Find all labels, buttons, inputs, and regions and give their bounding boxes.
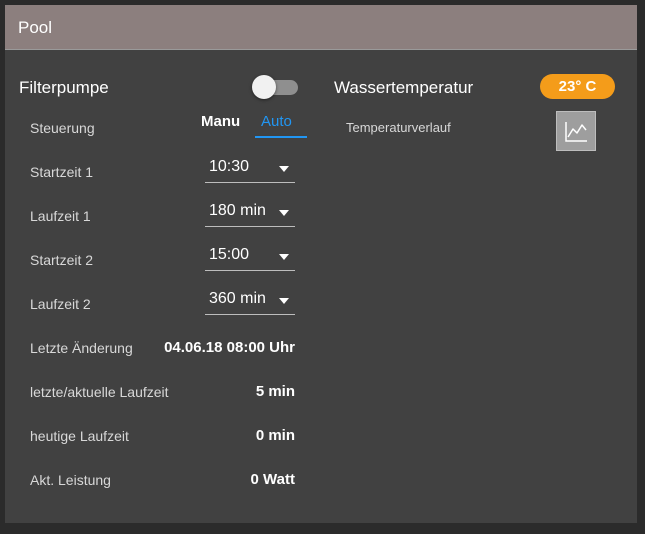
filterpumpe-title: Filterpumpe [19, 78, 109, 97]
startzeit2-label: Startzeit 2 [30, 252, 94, 268]
startzeit1-label: Startzeit 1 [30, 164, 94, 180]
steuerung-label: Steuerung [30, 120, 95, 136]
temperature-badge: 23° C [540, 74, 615, 99]
caret-down-icon [279, 210, 289, 216]
letzte-aenderung-label: Letzte Änderung [30, 340, 133, 356]
laufzeit2-value: 360 min [209, 290, 266, 307]
laufzeit2-label: Laufzeit 2 [30, 296, 91, 312]
heutige-laufzeit-value: 0 min [255, 427, 295, 444]
caret-down-icon [279, 166, 289, 172]
startzeit1-select[interactable]: 10:30 [205, 153, 295, 183]
line-chart-icon [565, 122, 587, 142]
filterpumpe-toggle[interactable] [252, 75, 300, 99]
caret-down-icon [279, 254, 289, 260]
mode-manu-button[interactable]: Manu [201, 113, 240, 130]
caret-down-icon [279, 298, 289, 304]
aktuelle-laufzeit-label: letzte/aktuelle Laufzeit [30, 384, 169, 400]
heutige-laufzeit-label: heutige Laufzeit [30, 428, 129, 444]
toggle-knob [252, 75, 276, 99]
card-title: Pool [18, 18, 53, 37]
laufzeit2-select[interactable]: 360 min [205, 285, 295, 315]
mode-auto-button[interactable]: Auto [261, 113, 292, 130]
aktuelle-laufzeit-value: 5 min [255, 383, 295, 400]
laufzeit1-select[interactable]: 180 min [205, 197, 295, 227]
startzeit2-value: 15:00 [209, 246, 250, 263]
mode-active-indicator [255, 136, 307, 138]
leistung-label: Akt. Leistung [30, 472, 111, 488]
temperaturverlauf-button[interactable] [556, 111, 596, 151]
laufzeit1-value: 180 min [209, 202, 266, 219]
startzeit2-select[interactable]: 15:00 [205, 241, 295, 271]
laufzeit1-label: Laufzeit 1 [30, 208, 91, 224]
wassertemperatur-title: Wassertemperatur [334, 78, 474, 97]
card-header: Pool [5, 5, 637, 50]
temperaturverlauf-label: Temperaturverlauf [346, 120, 451, 135]
letzte-aenderung-value: 04.06.18 08:00 Uhr [164, 339, 295, 356]
pool-card: Pool Filterpumpe Steuerung Manu Auto Sta… [5, 5, 637, 523]
leistung-value: 0 Watt [250, 471, 295, 488]
startzeit1-value: 10:30 [209, 158, 250, 175]
